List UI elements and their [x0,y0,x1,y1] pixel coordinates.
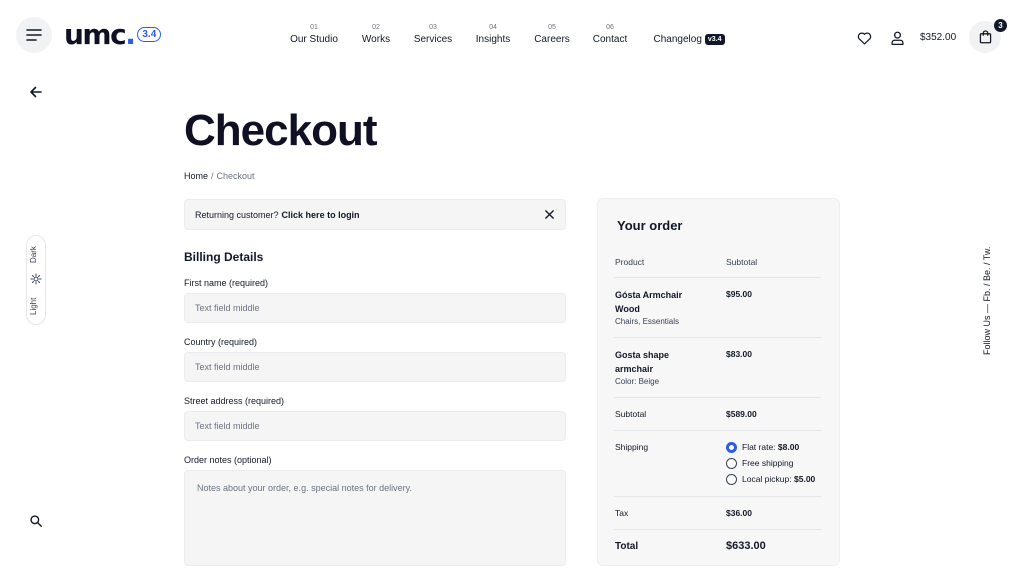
radio-icon[interactable] [726,457,737,469]
changelog-version-badge: v3.4 [704,34,725,45]
nav-number [650,23,728,34]
order-notes-label: Order notes (optional) [184,455,272,465]
nav-number: 03 [429,24,437,31]
breadcrumb: Home / Checkout [184,171,255,181]
nav-label: Careers [534,34,570,45]
search-button[interactable] [29,514,43,528]
subtotal-label: Subtotal [615,409,647,419]
subtotal-value: $589.00 [726,409,757,419]
nav-number: 01 [310,24,318,31]
theme-light-option[interactable]: Light [29,292,43,320]
total-value: $633.00 [726,540,766,552]
breadcrumb-current: Checkout [216,171,255,181]
shipping-option-price: $5.00 [794,474,816,484]
nav-label: Changelog [653,34,702,45]
street-address-input[interactable] [184,411,566,441]
country-label: Country (required) [184,337,258,347]
heart-icon [857,32,871,45]
nav-number: 02 [372,24,380,31]
shipping-label: Shipping [615,442,649,452]
cart-count-badge: 3 [994,19,1007,32]
shipping-option-label: Local pickup: [742,474,792,484]
product-column-header: Product [615,257,645,267]
shipping-option-local-pickup[interactable]: Local pickup: $5.00 [726,471,815,487]
product-name-cont[interactable]: Wood [615,302,682,316]
social-follow-links[interactable]: Follow Us — Fb. / Be. / Tw. [982,210,996,355]
shipping-option-free[interactable]: Free shipping [726,455,815,471]
shopping-bag-icon [979,30,991,44]
product-name[interactable]: Gosta shape [615,348,669,362]
country-input[interactable] [184,352,566,382]
order-header-row: Product Subtotal [614,251,821,278]
breadcrumb-home-link[interactable]: Home [184,171,208,181]
nav-item-contact[interactable]: 06 Contact [590,23,630,46]
subtotal-row: Subtotal $589.00 [614,398,821,431]
nav-item-our-studio[interactable]: 01 Our Studio [289,23,339,46]
page-title: Checkout [184,106,377,155]
theme-dark-option[interactable]: Dark [29,242,43,268]
nav-item-insights[interactable]: 04 Insights [473,23,513,46]
subtotal-column-header: Subtotal [726,257,758,267]
shipping-option-label: Free shipping [742,458,794,468]
street-address-label: Street address (required) [184,396,285,406]
nav-label: Insights [475,34,511,45]
back-button[interactable] [28,84,44,100]
nav-label: Contact [592,34,628,45]
user-icon [890,31,904,45]
product-name-cont[interactable]: armchair [615,362,669,376]
total-label: Total [615,541,639,552]
cart-total[interactable]: $352.00 [920,32,956,43]
product-name[interactable]: Gósta Armchair [615,288,682,302]
product-price: $95.00 [726,289,752,299]
order-item-row: Gosta shape armchair Color: Beige $83.00 [614,338,821,398]
theme-toggle[interactable]: Dark Light [26,235,46,325]
close-icon[interactable] [544,209,555,220]
returning-customer-notice: Returning customer? Click here to login [184,199,566,230]
nav-item-services[interactable]: 03 Services [412,23,454,46]
nav-label: Works [361,34,391,45]
nav-number: 04 [489,24,497,31]
sun-icon [30,273,42,285]
tax-value: $36.00 [726,508,752,518]
shipping-option-price: $8.00 [777,442,800,452]
billing-details-heading: Billing Details [184,250,264,264]
nav-number: 05 [548,24,556,31]
first-name-input[interactable] [184,293,566,323]
order-notes-textarea[interactable] [184,470,566,566]
total-row: Total $633.00 [614,530,821,563]
wishlist-button[interactable] [855,29,873,47]
account-button[interactable] [888,29,906,47]
arrow-left-icon [30,86,42,98]
shipping-option-flat-rate[interactable]: Flat rate: $8.00 [726,439,815,455]
tax-row: Tax $36.00 [614,497,821,530]
shipping-options: Flat rate: $8.00 Free shipping Local pic… [726,439,815,487]
notice-text: Returning customer? [195,209,279,220]
radio-icon[interactable] [726,473,737,485]
product-meta: Color: Beige [615,377,660,386]
first-name-label: First name (required) [184,278,269,288]
login-link[interactable]: Click here to login [282,210,360,220]
search-icon [30,515,42,527]
shipping-row: Shipping Flat rate: $8.00 Free shipping … [614,431,821,497]
tax-label: Tax [615,508,629,518]
order-item-row: Gósta Armchair Wood Chairs, Essentials $… [614,278,821,338]
shipping-option-label: Flat rate: [742,442,776,452]
nav-item-changelog[interactable]: Changelog v3.4 [650,23,728,46]
nav-item-works[interactable]: 02 Works [359,23,393,46]
product-meta: Chairs, Essentials [615,317,680,326]
breadcrumb-separator: / [211,171,214,181]
nav-label: Services [413,34,453,45]
radio-selected-icon[interactable] [726,441,737,453]
order-summary-card: Your order Product Subtotal Gósta Armcha… [597,198,840,566]
product-price: $83.00 [726,349,752,359]
nav-number: 06 [606,24,614,31]
nav-label: Our Studio [290,34,338,45]
order-title: Your order [617,218,683,233]
nav-item-careers[interactable]: 05 Careers [532,23,572,46]
